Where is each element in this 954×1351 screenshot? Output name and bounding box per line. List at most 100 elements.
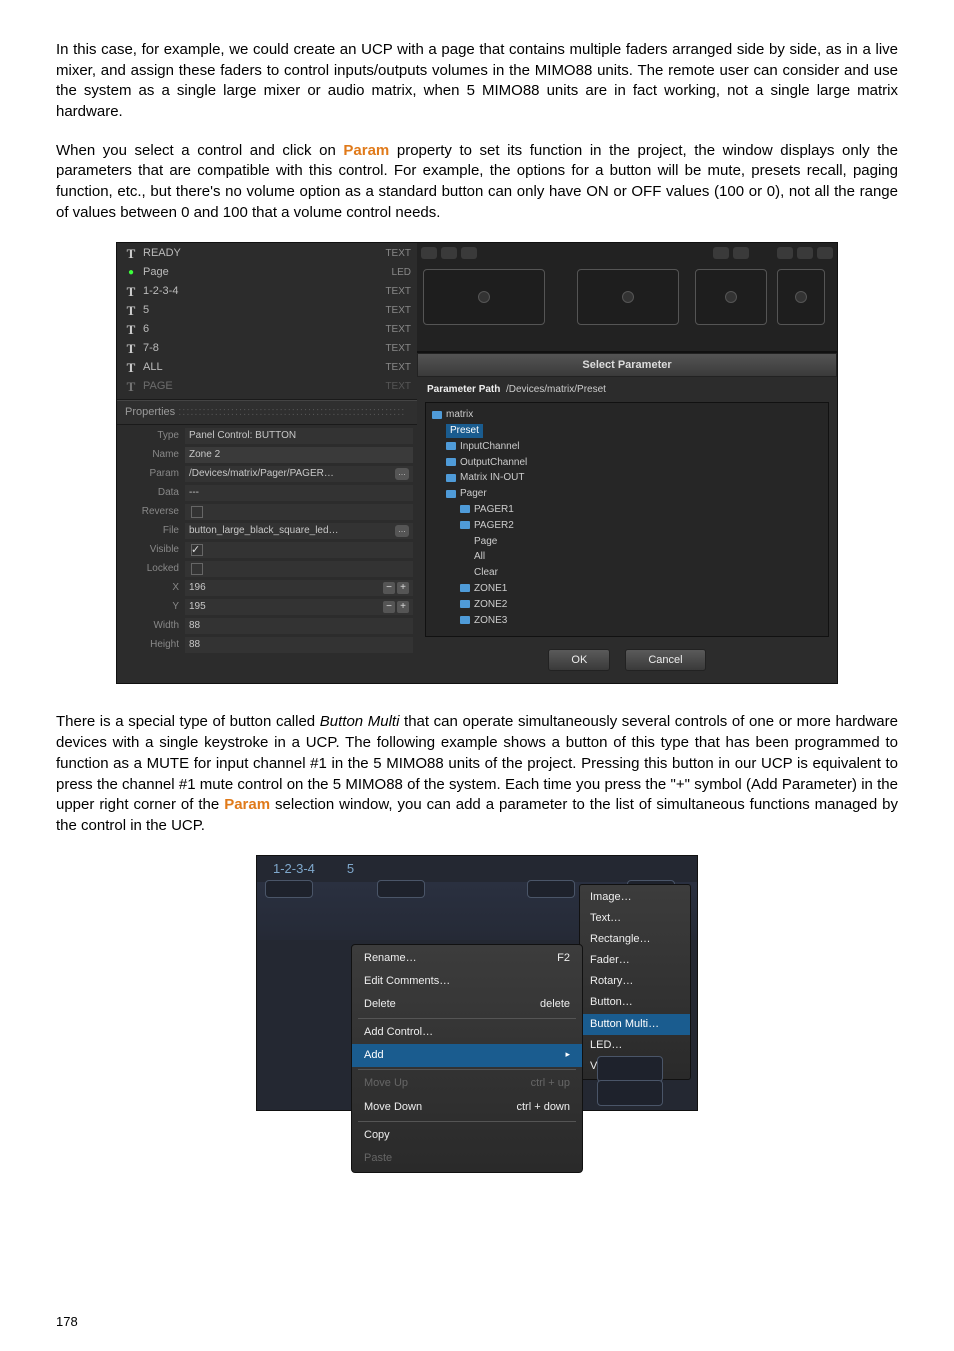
prop-value-visible[interactable] bbox=[185, 542, 413, 558]
prop-value-name[interactable]: Zone 2 bbox=[185, 447, 413, 463]
prop-value-locked[interactable] bbox=[185, 561, 413, 577]
paragraph-3: There is a special type of button called… bbox=[56, 712, 898, 836]
tree-node-icon bbox=[460, 584, 470, 592]
checkbox-icon[interactable] bbox=[191, 544, 203, 556]
menu-item-move-up: Move Upctrl + up bbox=[352, 1072, 582, 1095]
item-label: ALL bbox=[139, 360, 385, 375]
prop-value-file[interactable]: button_large_black_square_led…… bbox=[185, 523, 413, 539]
submenu-item-rotary[interactable]: Rotary… bbox=[580, 971, 690, 992]
dialog-title: Select Parameter bbox=[417, 353, 837, 377]
text-icon: T bbox=[123, 340, 139, 358]
item-type: TEXT bbox=[385, 361, 411, 375]
prop-key: Type bbox=[121, 429, 185, 443]
submenu-item-text[interactable]: Text… bbox=[580, 908, 690, 929]
checkbox-icon[interactable] bbox=[191, 563, 203, 575]
tree-label[interactable]: InputChannel bbox=[460, 441, 520, 452]
menu-separator bbox=[358, 1069, 576, 1070]
menu-item-add-control[interactable]: Add Control… bbox=[352, 1021, 582, 1044]
param-keyword: Param bbox=[224, 796, 270, 813]
minus-button[interactable]: − bbox=[383, 601, 395, 613]
submenu-item-fader[interactable]: Fader… bbox=[580, 950, 690, 971]
prop-key: Data bbox=[121, 486, 185, 500]
list-item[interactable]: ●PageLED bbox=[117, 264, 417, 283]
submenu-item-led[interactable]: LED… bbox=[580, 1035, 690, 1056]
text-icon: T bbox=[123, 302, 139, 320]
menu-item-delete[interactable]: Deletedelete bbox=[352, 993, 582, 1016]
tree-label[interactable]: OutputChannel bbox=[460, 457, 527, 468]
item-label: 5 bbox=[139, 303, 385, 318]
submenu-item-rectangle[interactable]: Rectangle… bbox=[580, 929, 690, 950]
tab-5[interactable]: 5 bbox=[331, 856, 370, 882]
tree-node-icon bbox=[432, 411, 442, 419]
menu-item-move-down[interactable]: Move Downctrl + down bbox=[352, 1096, 582, 1119]
tree-label[interactable]: PAGER1 bbox=[474, 504, 514, 515]
item-type: LED bbox=[392, 266, 411, 280]
minus-button[interactable]: − bbox=[383, 582, 395, 594]
prop-value-height[interactable]: 88 bbox=[185, 637, 413, 653]
item-type: TEXT bbox=[385, 342, 411, 356]
properties-grid: TypePanel Control: BUTTON NameZone 2 Par… bbox=[117, 425, 417, 667]
tree-node-icon bbox=[460, 521, 470, 529]
plus-button[interactable]: + bbox=[397, 601, 409, 613]
prop-value-y[interactable]: 195−+ bbox=[185, 599, 413, 615]
tree-label[interactable]: ZONE1 bbox=[474, 583, 507, 594]
tree-selected[interactable]: Preset bbox=[446, 424, 483, 438]
select-parameter-dialog: Select Parameter Parameter Path /Devices… bbox=[417, 352, 837, 684]
submenu-item-button-multi[interactable]: Button Multi… bbox=[580, 1014, 690, 1035]
menu-item-add[interactable]: Add▸ bbox=[352, 1044, 582, 1067]
tree-label[interactable]: matrix bbox=[446, 409, 473, 420]
checkbox-icon[interactable] bbox=[191, 506, 203, 518]
accel: F2 bbox=[557, 951, 570, 966]
list-item[interactable]: T5TEXT bbox=[117, 302, 417, 321]
cancel-button[interactable]: Cancel bbox=[625, 649, 705, 671]
tree-node-icon bbox=[446, 442, 456, 450]
submenu-item-image[interactable]: Image… bbox=[580, 887, 690, 908]
tree-label[interactable]: ZONE2 bbox=[474, 599, 507, 610]
paragraph-2: When you select a control and click on P… bbox=[56, 141, 898, 224]
list-item[interactable]: TREADYTEXT bbox=[117, 245, 417, 264]
properties-header: Properties :::::::::::::::::::::::::::::… bbox=[117, 400, 417, 425]
tree-node-icon bbox=[446, 458, 456, 466]
text-icon: T bbox=[123, 321, 139, 339]
item-label: PAGE bbox=[139, 379, 385, 394]
tree-node-icon bbox=[460, 600, 470, 608]
tree-label[interactable]: ZONE3 bbox=[474, 615, 507, 626]
accel: ctrl + up bbox=[531, 1076, 570, 1091]
plus-button[interactable]: + bbox=[397, 582, 409, 594]
submenu-item-button[interactable]: Button… bbox=[580, 992, 690, 1013]
list-item[interactable]: TPAGETEXT bbox=[117, 378, 417, 397]
text-icon: T bbox=[123, 359, 139, 377]
tree-label[interactable]: Matrix IN-OUT bbox=[460, 472, 524, 483]
ellipsis-button[interactable]: … bbox=[395, 525, 409, 537]
prop-value-reverse[interactable] bbox=[185, 504, 413, 520]
prop-value-type: Panel Control: BUTTON bbox=[185, 428, 413, 444]
item-label: Page bbox=[139, 265, 392, 280]
prop-value-x[interactable]: 196−+ bbox=[185, 580, 413, 596]
tree-label[interactable]: PAGER2 bbox=[474, 520, 514, 531]
menu-item-edit-comments[interactable]: Edit Comments… bbox=[352, 970, 582, 993]
parameter-tree[interactable]: matrix Preset InputChannel OutputChannel… bbox=[425, 402, 829, 637]
prop-value-width[interactable]: 88 bbox=[185, 618, 413, 634]
list-item[interactable]: T1-2-3-4TEXT bbox=[117, 283, 417, 302]
prop-value-param[interactable]: /Devices/matrix/Pager/PAGER…… bbox=[185, 466, 413, 482]
menu-item-copy[interactable]: Copy bbox=[352, 1124, 582, 1147]
tree-label[interactable]: Page bbox=[474, 536, 497, 547]
tree-label[interactable]: Pager bbox=[460, 488, 487, 499]
menu-item-rename[interactable]: Rename…F2 bbox=[352, 947, 582, 970]
item-type: TEXT bbox=[385, 247, 411, 261]
text-icon: T bbox=[123, 378, 139, 396]
tree-label[interactable]: All bbox=[474, 551, 485, 562]
list-item[interactable]: T6TEXT bbox=[117, 321, 417, 340]
tab-1234[interactable]: 1-2-3-4 bbox=[257, 856, 331, 882]
prop-value-data[interactable]: --- bbox=[185, 485, 413, 501]
button-multi-term: Button Multi bbox=[320, 713, 400, 730]
tree-label[interactable]: Clear bbox=[474, 567, 498, 578]
list-item[interactable]: T7-8TEXT bbox=[117, 340, 417, 359]
p2-a: When you select a control and click on bbox=[56, 142, 343, 159]
context-menu: Rename…F2 Edit Comments… Deletedelete Ad… bbox=[351, 944, 583, 1174]
ok-button[interactable]: OK bbox=[548, 649, 610, 671]
prop-key: Reverse bbox=[121, 505, 185, 519]
prop-key: Locked bbox=[121, 562, 185, 576]
ellipsis-button[interactable]: … bbox=[395, 468, 409, 480]
list-item[interactable]: TALLTEXT bbox=[117, 359, 417, 378]
